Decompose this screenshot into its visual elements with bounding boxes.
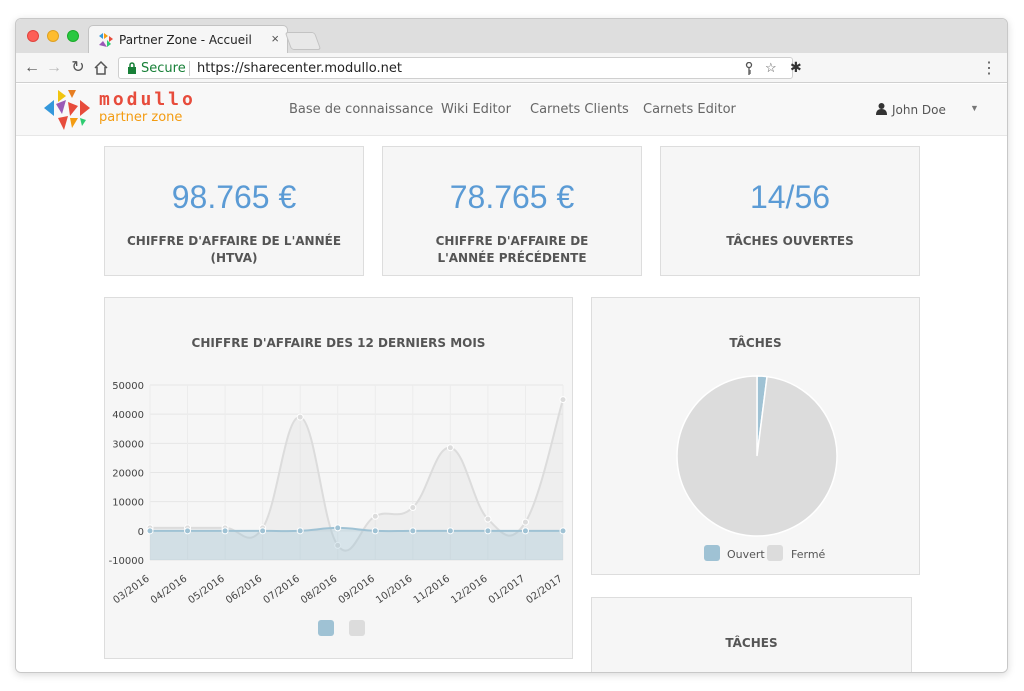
legend-swatch-series-2[interactable] xyxy=(349,620,365,636)
legend-label-ouvert: Ouvert xyxy=(727,548,765,561)
nav-carnets-clients[interactable]: Carnets Clients xyxy=(530,102,629,117)
tasks-pie-chart xyxy=(676,375,838,537)
data-point-series-1 xyxy=(296,527,304,535)
maximize-window-icon[interactable] xyxy=(67,30,79,42)
stat-card-revenue-year: 98.765 € CHIFFRE D'AFFAIRE DE L'ANNÉE (H… xyxy=(104,146,364,276)
y-tick-label: 10000 xyxy=(112,498,144,509)
lock-icon xyxy=(128,62,136,74)
data-point-series-1 xyxy=(146,527,154,535)
x-tick-label: 09/2016 xyxy=(337,573,377,606)
data-point-series-1 xyxy=(409,527,417,535)
data-point-series-1 xyxy=(259,527,267,535)
page-content: modullo partner zone Base de connaissanc… xyxy=(16,84,1007,672)
stat-value: 98.765 € xyxy=(171,179,297,215)
secure-label: Secure xyxy=(141,61,186,76)
home-icon[interactable] xyxy=(93,60,109,76)
y-tick-label: 40000 xyxy=(112,410,144,421)
x-tick-label: 11/2016 xyxy=(412,573,452,606)
data-point-series-1 xyxy=(521,527,529,535)
nav-wiki-editor[interactable]: Wiki Editor xyxy=(441,102,511,117)
x-tick-label: 04/2016 xyxy=(149,573,189,606)
data-point-series-2 xyxy=(371,512,379,520)
tasks-panel-2: TÂCHES xyxy=(591,597,912,672)
data-point-series-1 xyxy=(484,527,492,535)
tasks-panel-2-title: TÂCHES xyxy=(725,636,778,650)
y-tick-label: 30000 xyxy=(112,439,144,450)
tasks-pie-panel: TÂCHES Ouvert Fermé xyxy=(591,297,920,575)
x-tick-label: 07/2016 xyxy=(262,573,302,606)
y-tick-label: 0 xyxy=(138,527,144,538)
legend-swatch-ouvert[interactable] xyxy=(704,545,720,561)
reload-icon[interactable]: ↻ xyxy=(68,58,88,78)
series-area-1 xyxy=(150,527,563,560)
new-tab-button[interactable] xyxy=(284,32,322,50)
extension-gear-icon[interactable]: ✱ xyxy=(790,59,802,76)
data-point-series-2 xyxy=(484,515,492,523)
legend-swatch-series-1[interactable] xyxy=(318,620,334,636)
legend-label-ferme: Fermé xyxy=(791,548,826,561)
browser-tab[interactable]: Partner Zone - Accueil × xyxy=(88,25,288,53)
x-tick-label: 01/2017 xyxy=(487,573,527,606)
minimize-window-icon[interactable] xyxy=(47,30,59,42)
data-point-series-1 xyxy=(371,527,379,535)
stat-card-revenue-previous: 78.765 € CHIFFRE D'AFFAIRE DE L'ANNÉE PR… xyxy=(382,146,642,276)
data-point-series-1 xyxy=(221,527,229,535)
data-point-series-2 xyxy=(559,396,567,404)
x-tick-label: 05/2016 xyxy=(186,573,226,606)
data-point-series-2 xyxy=(409,504,417,511)
legend-swatch-ferme[interactable] xyxy=(767,545,783,561)
chevron-down-icon[interactable]: ▼ xyxy=(970,103,979,113)
close-window-icon[interactable] xyxy=(27,30,39,42)
key-icon[interactable] xyxy=(744,62,754,76)
x-tick-label: 03/2016 xyxy=(111,573,151,606)
data-point-series-2 xyxy=(296,413,304,421)
stat-label: CHIFFRE D'AFFAIRE DE L'ANNÉE (HTVA) xyxy=(126,234,342,265)
logo-subtitle: partner zone xyxy=(99,110,183,125)
back-arrow-icon[interactable]: ← xyxy=(22,58,42,78)
x-tick-label: 10/2016 xyxy=(374,573,414,606)
user-icon xyxy=(876,103,887,115)
stat-value: 14/56 xyxy=(749,179,831,215)
bookmark-star-icon[interactable]: ☆ xyxy=(765,60,777,76)
logo-text: modullo xyxy=(99,89,196,110)
nav-base-connaissance[interactable]: Base de connaissance xyxy=(289,102,433,117)
user-menu[interactable]: John Doe xyxy=(892,103,946,117)
tab-close-icon[interactable]: × xyxy=(271,31,279,46)
favicon-icon xyxy=(99,33,113,47)
stat-value: 78.765 € xyxy=(449,179,575,215)
x-tick-label: 12/2016 xyxy=(449,573,489,606)
x-tick-label: 08/2016 xyxy=(299,573,339,606)
data-point-series-1 xyxy=(559,527,567,535)
forward-arrow-icon[interactable]: → xyxy=(44,58,64,78)
series-line-2 xyxy=(150,399,564,552)
revenue-line-chart: 50000400003000020000100000-1000003/20160… xyxy=(109,381,567,606)
nav-carnets-editor[interactable]: Carnets Editor xyxy=(643,102,736,117)
data-point-series-2 xyxy=(521,518,529,526)
data-point-series-1 xyxy=(334,524,342,532)
data-point-series-1 xyxy=(446,527,454,535)
pie-slice-fermé xyxy=(676,375,838,537)
url-text[interactable]: https://sharecenter.modullo.net xyxy=(197,61,402,76)
browser-toolbar: ← → ↻ Secure https://sharecenter.modullo… xyxy=(16,53,1007,83)
data-point-series-2 xyxy=(446,444,454,452)
data-point-series-1 xyxy=(184,527,192,535)
address-bar[interactable]: Secure https://sharecenter.modullo.net ☆ xyxy=(118,57,793,79)
x-tick-label: 02/2017 xyxy=(524,573,564,606)
site-header: modullo partner zone Base de connaissanc… xyxy=(16,84,1007,136)
stat-label: TÂCHES OUVERTES xyxy=(726,234,854,248)
browser-menu-icon[interactable]: ⋮ xyxy=(981,58,997,78)
y-tick-label: 50000 xyxy=(112,381,144,392)
tab-title: Partner Zone - Accueil xyxy=(119,33,252,47)
stat-label: CHIFFRE D'AFFAIRE DE L'ANNÉE PRÉCÉDENTE xyxy=(435,234,589,265)
revenue-chart-panel: CHIFFRE D'AFFAIRE DES 12 DERNIERS MOIS 5… xyxy=(104,297,573,659)
x-tick-label: 06/2016 xyxy=(224,573,264,606)
address-separator xyxy=(189,61,190,76)
tab-bar: Partner Zone - Accueil × xyxy=(16,19,1007,53)
stat-card-open-tasks: 14/56 TÂCHES OUVERTES xyxy=(660,146,920,276)
y-tick-label: 20000 xyxy=(112,469,144,480)
modullo-logo-icon[interactable] xyxy=(44,88,90,132)
y-tick-label: -10000 xyxy=(109,556,144,567)
browser-window: Partner Zone - Accueil × ← → ↻ Secure ht… xyxy=(15,18,1008,673)
